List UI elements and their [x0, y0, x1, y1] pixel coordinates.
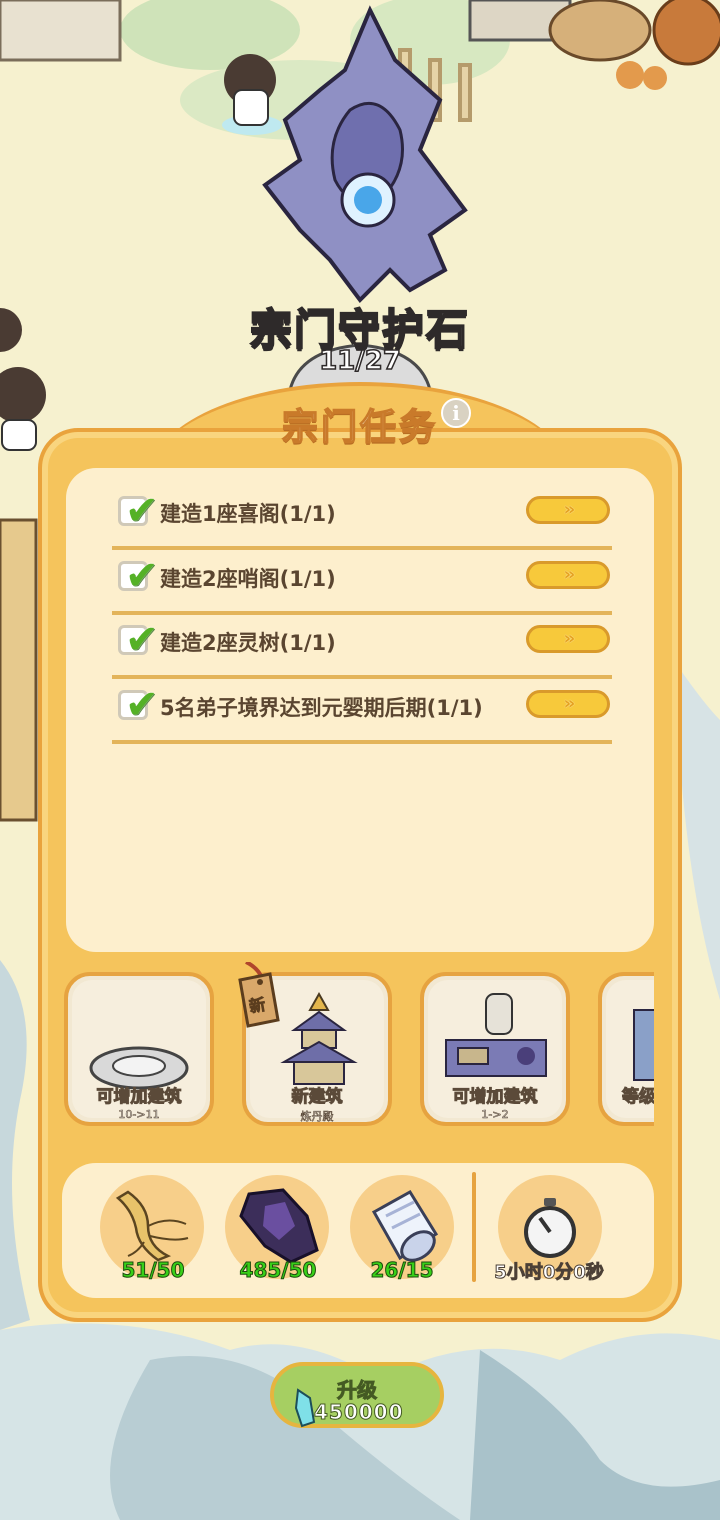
alchemy-hall-icon — [280, 991, 358, 1085]
building-card-label: 可增加建筑 — [96, 1087, 182, 1108]
silk-scroll-icon — [371, 1189, 439, 1262]
tower-icon — [633, 1009, 654, 1081]
workshop-icon — [445, 993, 547, 1077]
panel-title: 宗门任务 — [281, 406, 438, 449]
resource-count: 485/50 — [239, 1258, 317, 1283]
guardian-progress: 11/27 — [318, 345, 401, 377]
resource-divider — [472, 1172, 476, 1282]
building-card-label: 新建筑 — [291, 1087, 343, 1108]
info-icon[interactable]: i — [441, 398, 471, 428]
task-text: 建造1座喜阁(1/1) — [160, 502, 336, 526]
building-card[interactable]: 等级 — [598, 972, 654, 1126]
task-row: ✔ 5名弟子境界达到元婴期后期(1/1) » — [112, 676, 612, 744]
task-go-button[interactable]: » — [526, 690, 610, 718]
task-go-button[interactable]: » — [526, 625, 610, 653]
building-card[interactable]: 可增加建筑 10->11 — [64, 972, 214, 1126]
check-icon: ✔ — [125, 682, 159, 728]
task-checkbox: ✔ — [118, 556, 159, 596]
upgrade-button[interactable]: 升级 450000 — [270, 1362, 444, 1428]
dark-crystal-icon — [239, 1188, 319, 1264]
building-card-sub: 炼丹殿 — [300, 1110, 334, 1123]
building-card-strip[interactable]: 可增加建筑 10->11 新建筑 炼丹殿 可增加建筑 1->2 等级 — [62, 968, 654, 1130]
task-go-button[interactable]: » — [526, 561, 610, 589]
building-card-label: 可增加建筑 — [452, 1087, 538, 1108]
new-tag: 新 — [236, 960, 280, 1028]
task-row: ✔ 建造2座哨阁(1/1) » — [112, 547, 612, 615]
task-text: 5名弟子境界达到元婴期后期(1/1) — [160, 696, 483, 720]
upgrade-cost: 450000 — [314, 1400, 404, 1425]
stopwatch-icon — [524, 1198, 576, 1258]
building-card-sub: 1->2 — [481, 1108, 509, 1122]
task-row: ✔ 建造1座喜阁(1/1) » — [112, 482, 612, 550]
task-checkbox: ✔ — [118, 491, 159, 531]
ginseng-icon — [115, 1190, 189, 1262]
check-icon: ✔ — [125, 488, 159, 534]
check-icon: ✔ — [125, 553, 159, 599]
resource-count: 51/50 — [121, 1258, 185, 1283]
building-card-label: 等级 — [622, 1087, 655, 1108]
task-go-button[interactable]: » — [526, 496, 610, 524]
resource-count: 26/15 — [370, 1258, 434, 1283]
building-card[interactable]: 可增加建筑 1->2 — [420, 972, 570, 1126]
task-checkbox: ✔ — [118, 685, 159, 725]
check-icon: ✔ — [125, 617, 159, 663]
task-text: 建造2座哨阁(1/1) — [160, 567, 336, 591]
task-checkbox: ✔ — [118, 620, 159, 660]
upgrade-time: 5小时0分0秒 — [494, 1262, 605, 1284]
building-card-sub: 10->11 — [118, 1108, 160, 1122]
task-row: ✔ 建造2座灵树(1/1) » — [112, 611, 612, 679]
task-text: 建造2座灵树(1/1) — [160, 631, 336, 655]
